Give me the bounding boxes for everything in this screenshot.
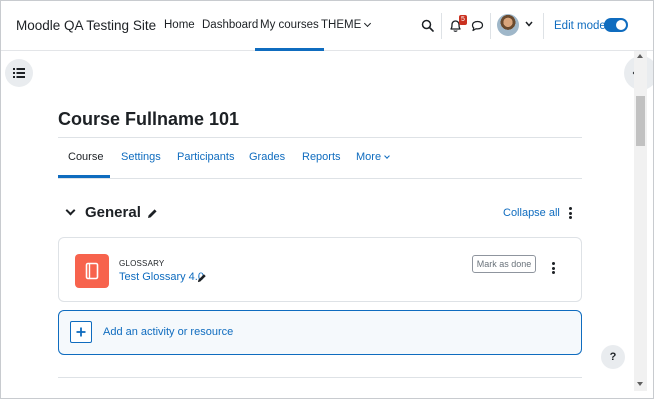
nav-link-home[interactable]: Home: [164, 19, 195, 31]
activity-name-link[interactable]: Test Glossary 4.0: [119, 271, 204, 283]
navbar-divider: [490, 13, 491, 39]
tab-more[interactable]: More: [356, 151, 390, 163]
divider: [58, 377, 582, 378]
scroll-down-arrow-icon[interactable]: [637, 382, 643, 386]
edit-mode-label[interactable]: Edit mode: [554, 20, 606, 32]
divider: [58, 137, 582, 138]
tab-grades[interactable]: Grades: [249, 151, 285, 163]
page-title: Course Fullname 101: [58, 109, 240, 129]
site-name[interactable]: Moodle QA Testing Site: [16, 18, 156, 33]
nav-link-theme-label: THEME: [321, 19, 362, 31]
mark-as-done-button[interactable]: Mark as done: [472, 255, 536, 273]
chevron-down-icon[interactable]: [525, 21, 533, 27]
chevron-down-icon: [384, 153, 390, 159]
tab-participants[interactable]: Participants: [177, 151, 234, 163]
section-actions-kebab-icon[interactable]: [569, 207, 572, 221]
collapse-all-link[interactable]: Collapse all: [503, 207, 560, 219]
scroll-up-arrow-icon[interactable]: [637, 54, 643, 58]
plus-icon[interactable]: [70, 321, 92, 343]
course-index-toggle-button[interactable]: [5, 59, 33, 87]
section-title[interactable]: General: [85, 204, 141, 221]
tab-settings[interactable]: Settings: [121, 151, 161, 163]
activity-actions-kebab-icon[interactable]: [552, 262, 555, 276]
nav-link-my-courses[interactable]: My courses: [255, 19, 324, 51]
toggle-knob: [616, 20, 626, 30]
add-activity-label[interactable]: Add an activity or resource: [103, 326, 233, 338]
pencil-icon[interactable]: [147, 208, 158, 219]
navbar-divider: [543, 13, 544, 39]
tab-more-label: More: [356, 151, 382, 163]
book-icon: [85, 262, 99, 280]
divider: [58, 178, 582, 179]
chevron-down-icon: [364, 19, 372, 28]
activity-type-label: GLOSSARY: [119, 259, 165, 268]
glossary-icon[interactable]: [75, 254, 109, 288]
help-button[interactable]: ?: [601, 345, 625, 369]
browser-viewport: Moodle QA Testing Site Home Dashboard My…: [0, 0, 654, 399]
scrollbar-thumb[interactable]: [636, 96, 645, 146]
plus-glyph: [76, 327, 86, 337]
tab-reports[interactable]: Reports: [302, 151, 341, 163]
nav-link-theme[interactable]: THEME: [321, 19, 372, 31]
top-navbar: Moodle QA Testing Site Home Dashboard My…: [1, 1, 653, 51]
notification-count-badge: 5: [459, 15, 467, 25]
navbar-divider: [441, 13, 442, 39]
search-icon[interactable]: [421, 19, 434, 32]
chat-icon[interactable]: [471, 20, 484, 32]
nav-link-dashboard[interactable]: Dashboard: [202, 19, 258, 31]
tab-course[interactable]: Course: [68, 151, 103, 178]
edit-mode-toggle[interactable]: [604, 18, 628, 32]
pencil-icon[interactable]: [197, 273, 207, 283]
user-avatar[interactable]: [497, 14, 519, 36]
section-collapse-chevron-icon[interactable]: [65, 205, 76, 216]
list-icon: [13, 68, 25, 78]
